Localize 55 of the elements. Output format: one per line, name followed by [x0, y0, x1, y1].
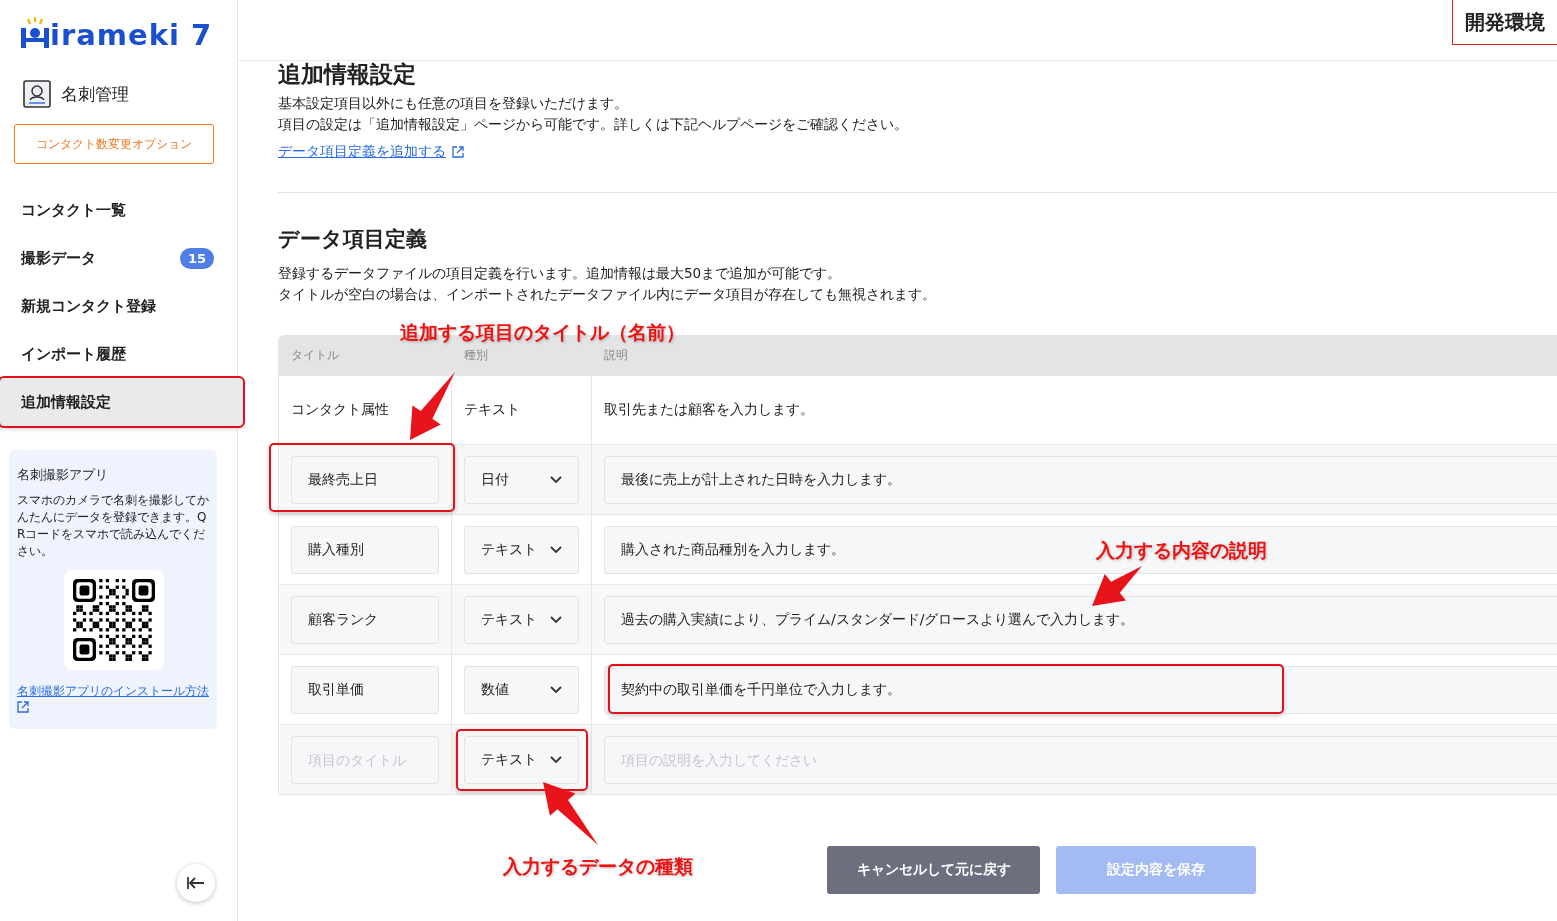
callout-arrow: [543, 782, 598, 845]
title-field[interactable]: 取引単価: [291, 665, 439, 714]
nav-item[interactable]: 追加情報設定: [0, 378, 243, 426]
description-field[interactable]: 契約中の取引単価を千円単位で入力します。: [604, 665, 1557, 714]
external-link-icon: [17, 701, 29, 713]
description-field[interactable]: 過去の購入実績により、プライム/スタンダード/グロースより選んで入力します。: [604, 595, 1557, 644]
table-cell: テキスト: [464, 401, 520, 419]
section-description: タイトルが空白の場合は、インポートされたデータファイル内にデータ項目が存在しても無視されます。: [278, 285, 937, 304]
nav-item[interactable]: コンタクト一覧: [0, 186, 238, 234]
column-header: タイトル: [291, 346, 339, 364]
description-field[interactable]: 最後に売上が計上された日時を入力します。: [604, 455, 1557, 504]
type-select[interactable]: テキスト: [464, 595, 579, 644]
chevron-down-icon: [550, 615, 562, 624]
logo-text: irameki 7: [50, 21, 213, 50]
title-field[interactable]: 顧客ランク: [291, 595, 439, 644]
type-select[interactable]: テキスト: [464, 525, 579, 574]
environment-badge: 開発環境: [1452, 0, 1557, 45]
id-card-icon: [23, 80, 51, 108]
table-cell: 取引先または顧客を入力します。: [604, 401, 814, 419]
column-header: 説明: [604, 346, 628, 364]
chevron-down-icon: [550, 545, 562, 554]
chevron-down-icon: [550, 685, 562, 694]
install-link[interactable]: 名刺撮影アプリのインストール方法: [17, 684, 211, 713]
intro-text: 基本設定項目以外にも任意の項目を登録いただけます。: [278, 94, 629, 113]
count-badge: 15: [179, 247, 214, 269]
callout-arrow: [410, 372, 455, 440]
type-select[interactable]: 日付: [464, 455, 579, 504]
nav-item[interactable]: 新規コンタクト登録: [0, 282, 238, 330]
external-link-icon: [452, 146, 464, 158]
column-header: 種別: [464, 346, 488, 364]
logo-mark-icon: [20, 16, 50, 50]
module-title: 名刺管理: [61, 82, 129, 106]
annotation-text: 追加する項目のタイトル（名前）: [400, 320, 685, 345]
section-description: 登録するデータファイルの項目定義を行います。追加情報は最大50まで追加が可能です。: [278, 264, 843, 283]
collapse-sidebar-button[interactable]: [177, 864, 215, 902]
title-field[interactable]: 最終売上日: [291, 455, 439, 504]
intro-text: 項目の設定は「追加情報設定」ページから可能です。詳しくは下記ヘルプページをご確認ください。: [278, 115, 909, 134]
nav-item[interactable]: 撮影データ 15: [0, 234, 238, 282]
type-select[interactable]: 数値: [464, 665, 579, 714]
type-select[interactable]: テキスト: [464, 735, 579, 784]
app-card-title: 名刺撮影アプリ: [17, 466, 109, 484]
collapse-arrow-icon: [187, 877, 205, 889]
chevron-down-icon: [550, 755, 562, 764]
title-field[interactable]: 購入種別: [291, 525, 439, 574]
table-cell: コンタクト属性: [291, 401, 389, 419]
app-card-text: スマホのカメラで名刺を撮影してかんたんにデータを登録できます。QRコードをスマホで読み込んでください。: [17, 492, 210, 560]
annotation-text: 入力する内容の説明: [1096, 538, 1267, 563]
callout-arrow: [1092, 566, 1142, 606]
chevron-down-icon: [550, 475, 562, 484]
help-link[interactable]: データ項目定義を追加する: [278, 143, 464, 161]
section-title: データ項目定義: [278, 226, 428, 253]
page-title: 追加情報設定: [278, 61, 417, 87]
cancel-button[interactable]: キャンセルして元に戻す: [827, 846, 1040, 894]
annotation-text: 入力するデータの種類: [503, 854, 693, 879]
nav-item[interactable]: インポート履歴: [0, 330, 238, 378]
